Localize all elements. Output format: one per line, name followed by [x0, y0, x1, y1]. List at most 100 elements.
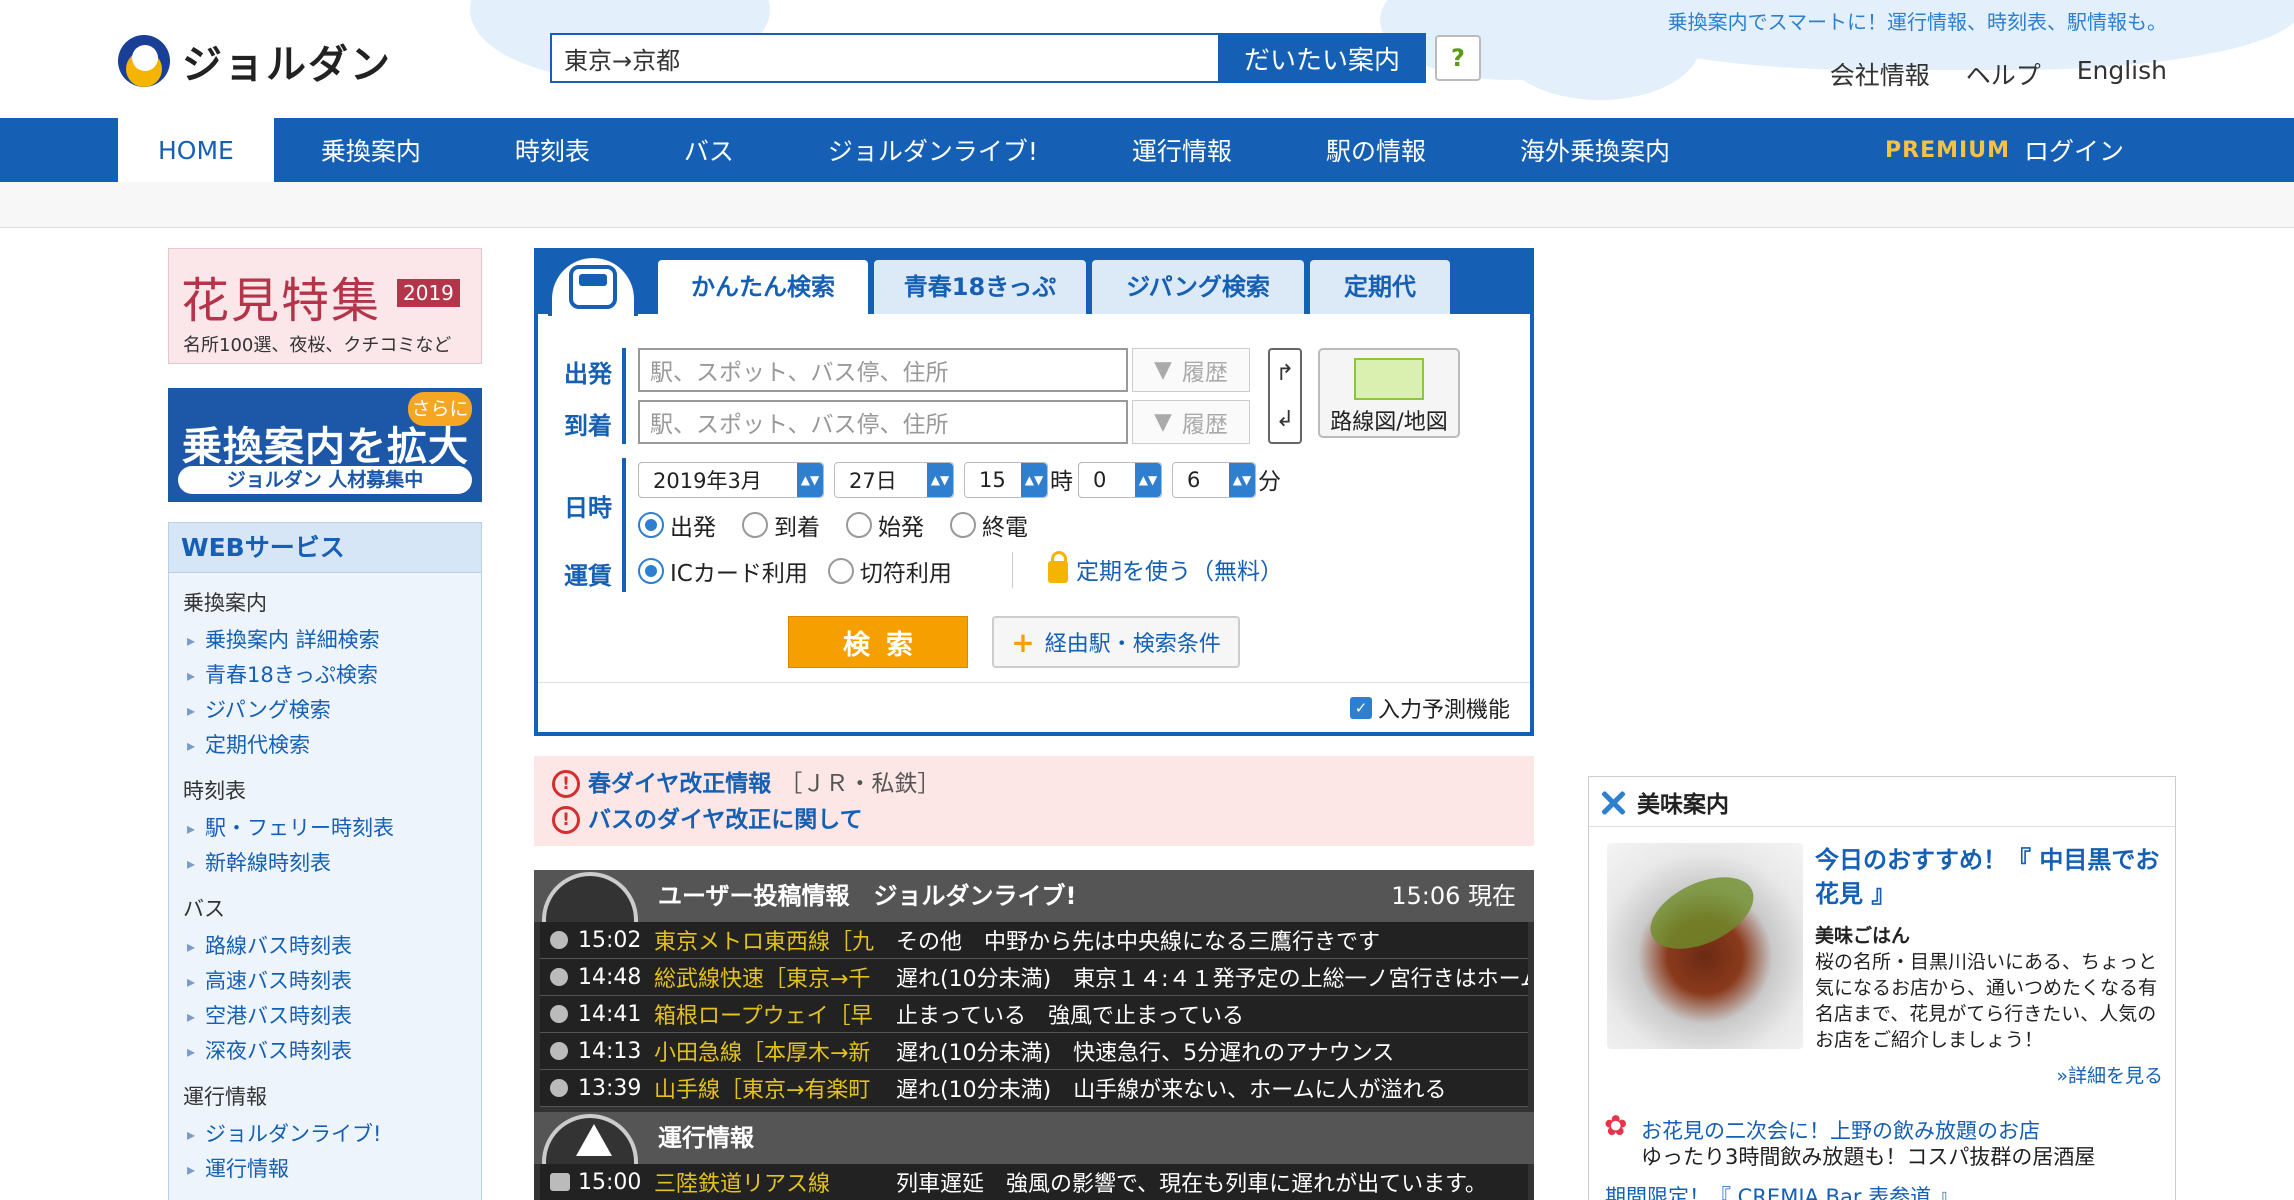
ws-link[interactable]: 深夜バス時刻表	[183, 1034, 467, 1069]
search-button[interactable]: 検索	[788, 616, 968, 668]
live-row-time: 13:39	[578, 1075, 642, 1101]
to-history-dropdown[interactable]: ▼ 履歴	[1132, 400, 1250, 444]
gourmet-desc: 桜の名所・目黒川沿いにある、ちょっと気になるお店から、通いつめたくなる有名店まで…	[1815, 951, 2158, 1051]
nav-jorudan-live[interactable]: ジョルダンライブ!	[781, 118, 1085, 182]
from-station-input[interactable]: 駅、スポット、バス停、住所	[638, 348, 1128, 392]
live-row-line[interactable]: 東京メトロ東西線［九	[654, 924, 888, 956]
radio-departure[interactable]	[638, 512, 664, 538]
nav-overseas[interactable]: 海外乗換案内	[1473, 118, 1717, 182]
recruit-banner[interactable]: さらに 乗換案内を拡大 ジョルダン 人材募集中	[168, 388, 482, 502]
radio-arrival[interactable]	[742, 512, 768, 538]
plus-icon: +	[1011, 625, 1035, 659]
via-conditions-button[interactable]: + 経由駅・検索条件	[992, 616, 1240, 668]
company-info-link[interactable]: 会社情報	[1830, 56, 1930, 92]
alert-item: ! バスのダイヤ改正に関して	[552, 802, 1516, 838]
hanami-banner[interactable]: 花見特集 2019 名所100選、夜桜、クチコミなど	[168, 248, 482, 364]
ws-link[interactable]: 新幹線時刻表	[183, 846, 467, 881]
nav-timetable[interactable]: 時刻表	[468, 118, 637, 182]
radio-first-train-label: 始発	[878, 515, 924, 541]
nav-bus[interactable]: バス	[637, 118, 781, 182]
header-links: 会社情報 ヘルプ English	[1830, 56, 2167, 92]
updown-icon: ▲▼	[1021, 463, 1047, 497]
alert-link[interactable]: バスのダイヤ改正に関して	[588, 802, 863, 838]
ws-link[interactable]: 空港バス時刻表	[183, 999, 467, 1034]
nav-login[interactable]: PREMIUM ログイン	[1885, 118, 2124, 182]
live-row-line[interactable]: 小田急線［本厚木→新	[654, 1035, 888, 1067]
ws-link[interactable]: ジパング検索	[183, 693, 467, 728]
main-nav: HOME 乗換案内 時刻表 バス ジョルダンライブ! 運行情報 駅の情報 海外乗…	[0, 118, 2294, 182]
route-map-button[interactable]: 路線図/地図	[1318, 348, 1460, 438]
utensils-icon	[1599, 788, 1627, 816]
divider	[1012, 552, 1013, 588]
operation-row-line[interactable]: 三陸鉄道リアス線	[654, 1166, 888, 1198]
minute-ones-select[interactable]: 6 ▲▼	[1172, 462, 1256, 498]
login-link[interactable]: ログイン	[2024, 132, 2124, 168]
operation-title[interactable]: 運行情報	[658, 1112, 754, 1164]
live-row-line[interactable]: 総武線快速［東京→千	[654, 961, 888, 993]
alert-note: ［ＪＲ・私鉄］	[779, 771, 941, 797]
ws-link[interactable]: 高速バス時刻表	[183, 964, 467, 999]
gourmet-headline[interactable]: 今日のおすすめ！『 中目黒でお花見 』	[1815, 843, 2165, 911]
minute-ones-value: 6	[1187, 468, 1201, 492]
radio-ic-card[interactable]	[638, 558, 664, 584]
nav-home[interactable]: HOME	[118, 118, 274, 182]
ws-link[interactable]: 乗換案内 詳細検索	[183, 623, 467, 658]
tab-seishun18[interactable]: 青春18きっぷ	[874, 260, 1086, 314]
tagline[interactable]: 乗換案内でスマートに！運行情報、時刻表、駅情報も。	[1668, 6, 2167, 35]
hour-select[interactable]: 15 ▲▼	[964, 462, 1048, 498]
tab-zipangu[interactable]: ジパング検索	[1092, 260, 1304, 314]
predict-toggle[interactable]: ✓ 入力予測機能	[1349, 692, 1510, 724]
food-photo[interactable]	[1607, 843, 1803, 1049]
header: ジョルダン だいたい案内 ? 乗換案内でスマートに！運行情報、時刻表、駅情報も。…	[0, 0, 2294, 118]
alert-link[interactable]: 春ダイヤ改正情報	[588, 766, 771, 802]
live-row-message: 遅れ(10分未満) 東京１４:４１発予定の上総一ノ宮行きはホーム	[896, 967, 1528, 992]
radio-last-train[interactable]	[950, 512, 976, 538]
live-row[interactable]: 14:48 総武線快速［東京→千 遅れ(10分未満) 東京１４:４１発予定の上総…	[540, 959, 1528, 996]
live-row-line[interactable]: 山手線［東京→有楽町	[654, 1072, 888, 1104]
checkbox-checked-icon[interactable]: ✓	[1349, 697, 1372, 719]
live-row[interactable]: 14:13 小田急線［本厚木→新 遅れ(10分未満) 快速急行、5分遅れのアナウ…	[540, 1033, 1528, 1070]
live-row[interactable]: 14:41 箱根ロープウェイ［早 止まっている 強風で止まっている	[540, 996, 1528, 1033]
live-header: ユーザー投稿情報 ジョルダンライブ! 15:06 現在	[534, 870, 1534, 922]
gourmet-link-2[interactable]: 期間限定！『 CREMIA Bar 表参道 』	[1605, 1181, 1959, 1200]
ws-link[interactable]: 定期代検索	[183, 728, 467, 763]
nav-operation-info[interactable]: 運行情報	[1085, 118, 1279, 182]
help-link[interactable]: ヘルプ	[1966, 56, 2041, 92]
radio-ticket[interactable]	[827, 558, 854, 584]
english-link[interactable]: English	[2077, 56, 2167, 92]
commuter-pass-link[interactable]: 定期を使う（無料）	[1048, 551, 1283, 586]
from-history-dropdown[interactable]: ▼ 履歴	[1132, 348, 1250, 392]
ws-link[interactable]: 駅・フェリー時刻表	[183, 811, 467, 846]
minute-tens-select[interactable]: 0 ▲▼	[1078, 462, 1162, 498]
quick-search-input[interactable]	[550, 33, 1218, 83]
gourmet-sub: 美味ごはん	[1815, 925, 1911, 947]
ws-link[interactable]: 青春18きっぷ検索	[183, 658, 467, 693]
to-label: 到着	[564, 412, 612, 440]
nav-transfer[interactable]: 乗換案内	[274, 118, 468, 182]
datetime-label: 日時	[564, 494, 612, 522]
tab-commuter[interactable]: 定期代	[1310, 260, 1450, 314]
commuter-pass-label: 定期を使う（無料）	[1076, 559, 1283, 585]
day-select[interactable]: 27日 ▲▼	[834, 462, 954, 498]
ws-link[interactable]: ジョルダンライブ!	[183, 1117, 467, 1152]
exclamation-icon: !	[552, 770, 580, 798]
gourmet-more-link[interactable]: »詳細を見る	[2056, 1061, 2163, 1088]
tab-simple-search[interactable]: かんたん検索	[658, 260, 868, 314]
live-row[interactable]: 13:39 山手線［東京→有楽町 遅れ(10分未満) 山手線が来ない、ホームに人…	[540, 1070, 1528, 1107]
live-row-line[interactable]: 箱根ロープウェイ［早	[654, 998, 888, 1030]
radio-first-train[interactable]	[846, 512, 872, 538]
operation-row[interactable]: 15:00 三陸鉄道リアス線 列車遅延 強風の影響で、現在も列車に遅れが出ていま…	[540, 1164, 1528, 1200]
live-row-message: 遅れ(10分未満) 快速急行、5分遅れのアナウンス	[896, 1041, 1395, 1066]
quick-search-button[interactable]: だいたい案内	[1218, 33, 1426, 83]
ws-link[interactable]: 運行情報	[183, 1152, 467, 1187]
help-question-icon[interactable]: ?	[1435, 35, 1481, 81]
live-title[interactable]: ユーザー投稿情報 ジョルダンライブ!	[658, 870, 1076, 922]
from-history-label: 履歴	[1181, 360, 1228, 386]
nav-station-info[interactable]: 駅の情報	[1279, 118, 1473, 182]
to-station-input[interactable]: 駅、スポット、バス停、住所	[638, 400, 1128, 444]
live-row[interactable]: 15:02 東京メトロ東西線［九 その他 中野から先は中央線になる三鷹行きです	[540, 922, 1528, 959]
swap-stations-button[interactable]: ↱ ↲	[1268, 348, 1302, 444]
logo[interactable]: ジョルダン	[118, 32, 392, 90]
month-select[interactable]: 2019年3月 ▲▼	[638, 462, 824, 498]
ws-link[interactable]: 路線バス時刻表	[183, 929, 467, 964]
